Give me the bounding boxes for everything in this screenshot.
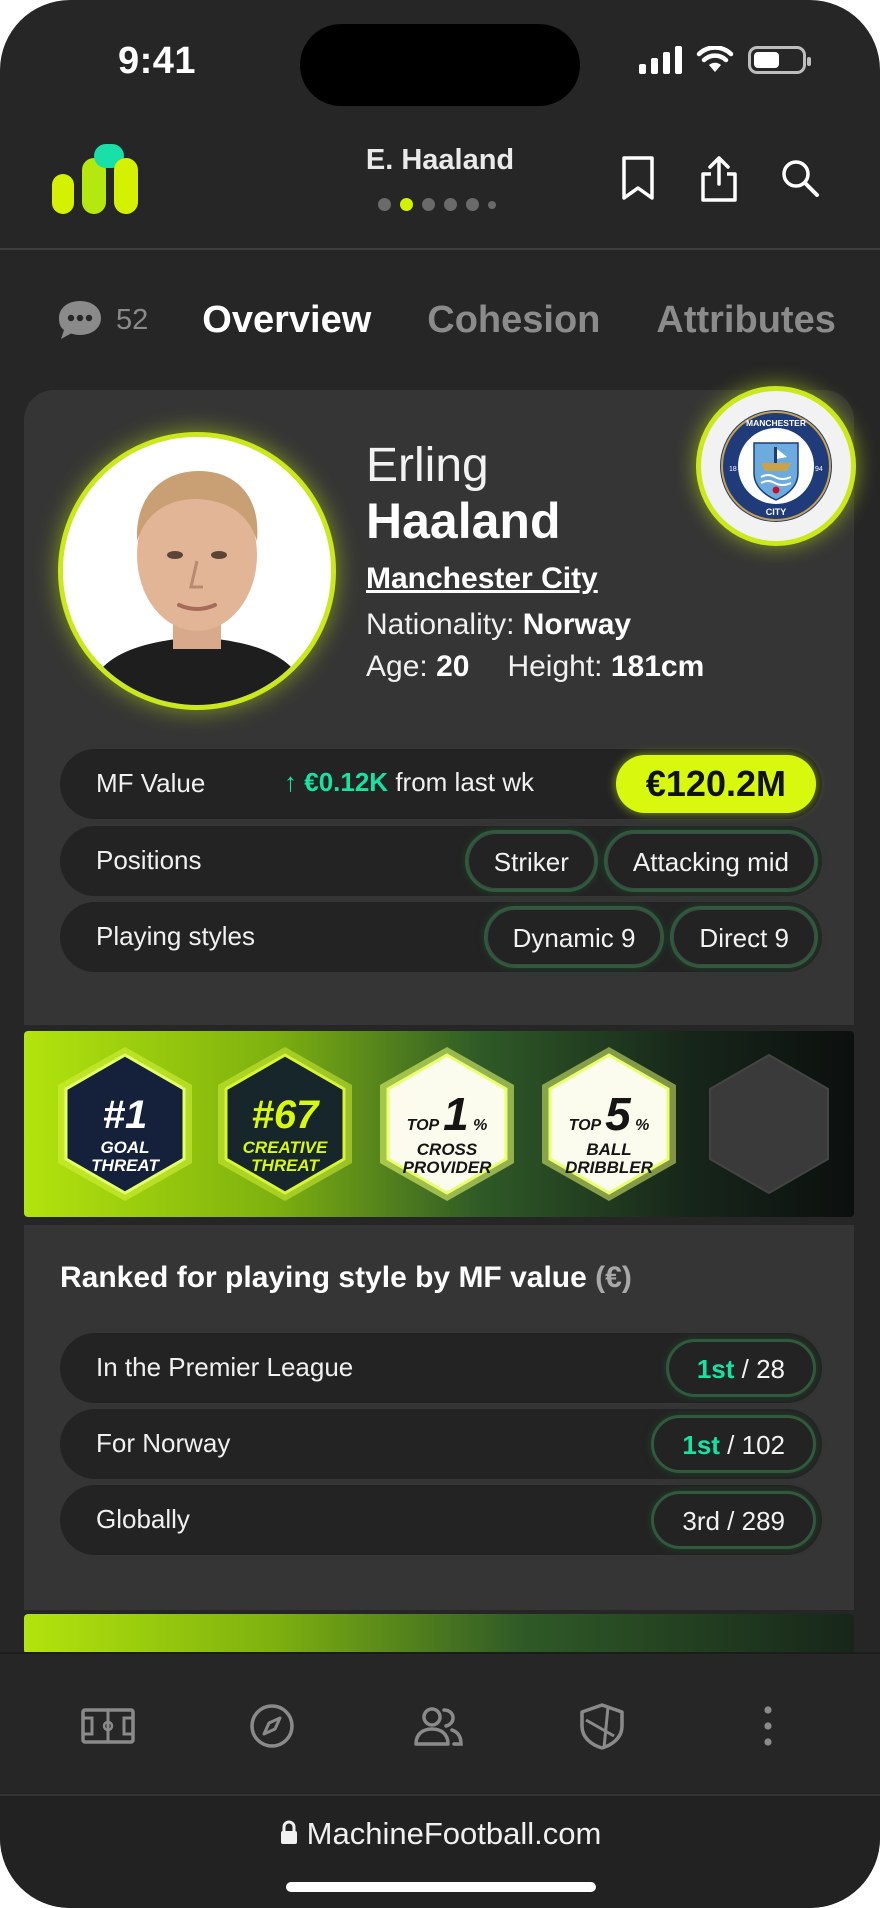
tab-bar: 52 Overview Cohesion Attributes: [56, 298, 880, 342]
mf-value-label: MF Value: [96, 768, 206, 798]
achievement-banner[interactable]: #1 GOAL THREAT #67 CREATIVE THREAT TOP 1…: [24, 1031, 854, 1217]
battery-icon: [748, 46, 811, 74]
age-height-line: Age: 20 Height: 181cm: [366, 650, 705, 683]
badge-creative-threat[interactable]: #67 CREATIVE THREAT: [212, 1043, 358, 1205]
mf-value-badge[interactable]: €120.2M: [615, 755, 816, 813]
tab-cohesion[interactable]: Cohesion: [427, 299, 600, 342]
ranking-row-nation[interactable]: For Norway 1st / 102: [60, 1409, 822, 1479]
player-last-name: Haaland: [366, 493, 561, 549]
svg-text:94: 94: [815, 466, 823, 473]
mf-value-row: MF Value ↑ €0.12K from last wk €120.2M: [60, 749, 822, 819]
url-text[interactable]: MachineFootball.com: [0, 1816, 880, 1852]
users-icon[interactable]: [410, 1702, 466, 1750]
badge-goal-threat[interactable]: #1 GOAL THREAT: [52, 1043, 198, 1205]
player-card: MANCHESTER CITY 18 94 Erling Haaland Man…: [24, 386, 856, 1025]
badge-ball-dribbler[interactable]: TOP 5 % BALL DRIBBLER: [536, 1043, 682, 1205]
ranking-row-global[interactable]: Globally 3rd / 289: [60, 1485, 822, 1555]
player-avatar: [58, 432, 336, 710]
ranking-card: Ranked for playing style by MF value (€)…: [24, 1225, 854, 1610]
more-icon[interactable]: [740, 1702, 796, 1750]
tab-overview[interactable]: Overview: [202, 299, 371, 342]
comment-count[interactable]: 52: [116, 304, 148, 337]
comment-icon[interactable]: [56, 298, 104, 342]
svg-text:CITY: CITY: [766, 507, 787, 517]
phone-screen: 9:41 E. Haaland 52 Overview Cohesion Att…: [0, 0, 880, 1908]
rank-chip: 1st / 28: [665, 1339, 816, 1397]
bottom-nav: [0, 1652, 880, 1794]
svg-text:18: 18: [729, 466, 737, 473]
page-dots: [378, 198, 496, 211]
status-time: 9:41: [118, 40, 197, 82]
club-badge[interactable]: MANCHESTER CITY 18 94: [696, 386, 856, 546]
position-chip[interactable]: Striker: [464, 830, 598, 892]
status-icons: [639, 46, 811, 74]
positions-label: Positions: [96, 845, 202, 875]
tab-attributes[interactable]: Attributes: [656, 299, 835, 342]
playing-styles-row: Playing styles Dynamic 9 Direct 9: [60, 902, 822, 972]
ranking-title: Ranked for playing style by MF value (€): [60, 1261, 632, 1294]
signal-icon: [639, 46, 682, 74]
arrow-up-icon: ↑: [284, 767, 297, 797]
app-header: E. Haaland: [0, 120, 880, 250]
rank-chip: 1st / 102: [651, 1415, 816, 1473]
lock-icon: [280, 1820, 297, 1844]
nationality-line: Nationality: Norway: [366, 608, 632, 641]
playing-style-chip[interactable]: Direct 9: [670, 906, 818, 968]
app-logo[interactable]: [52, 144, 162, 216]
badge-locked: [696, 1043, 842, 1205]
svg-text:MANCHESTER: MANCHESTER: [746, 418, 806, 428]
header-title: E. Haaland: [365, 144, 515, 176]
badge-cross-provider[interactable]: TOP 1 % CROSS PROVIDER: [374, 1043, 520, 1205]
position-chip[interactable]: Attacking mid: [603, 830, 818, 892]
share-icon[interactable]: [697, 154, 741, 204]
home-indicator[interactable]: [286, 1882, 596, 1892]
player-first-name: Erling: [366, 439, 489, 492]
wifi-icon: [696, 46, 734, 72]
manchester-city-crest: MANCHESTER CITY 18 94: [720, 410, 832, 522]
player-photo: [63, 437, 331, 705]
value-change: ↑ €0.12K from last wk: [284, 767, 534, 797]
positions-row: Positions Striker Attacking mid: [60, 826, 822, 896]
bookmark-icon[interactable]: [616, 154, 660, 204]
next-section-peek: [24, 1614, 854, 1654]
pitch-icon[interactable]: [80, 1702, 136, 1750]
playing-style-chip[interactable]: Dynamic 9: [483, 906, 665, 968]
club-link[interactable]: Manchester City: [366, 562, 598, 596]
rank-chip: 3rd / 289: [651, 1491, 816, 1549]
browser-url-bar[interactable]: MachineFootball.com: [0, 1794, 880, 1908]
dynamic-island: [300, 24, 580, 106]
compass-icon[interactable]: [244, 1702, 300, 1750]
ranking-row-league[interactable]: In the Premier League 1st / 28: [60, 1333, 822, 1403]
search-icon[interactable]: [778, 154, 822, 204]
shield-icon[interactable]: [574, 1702, 630, 1750]
playing-styles-label: Playing styles: [96, 921, 255, 951]
